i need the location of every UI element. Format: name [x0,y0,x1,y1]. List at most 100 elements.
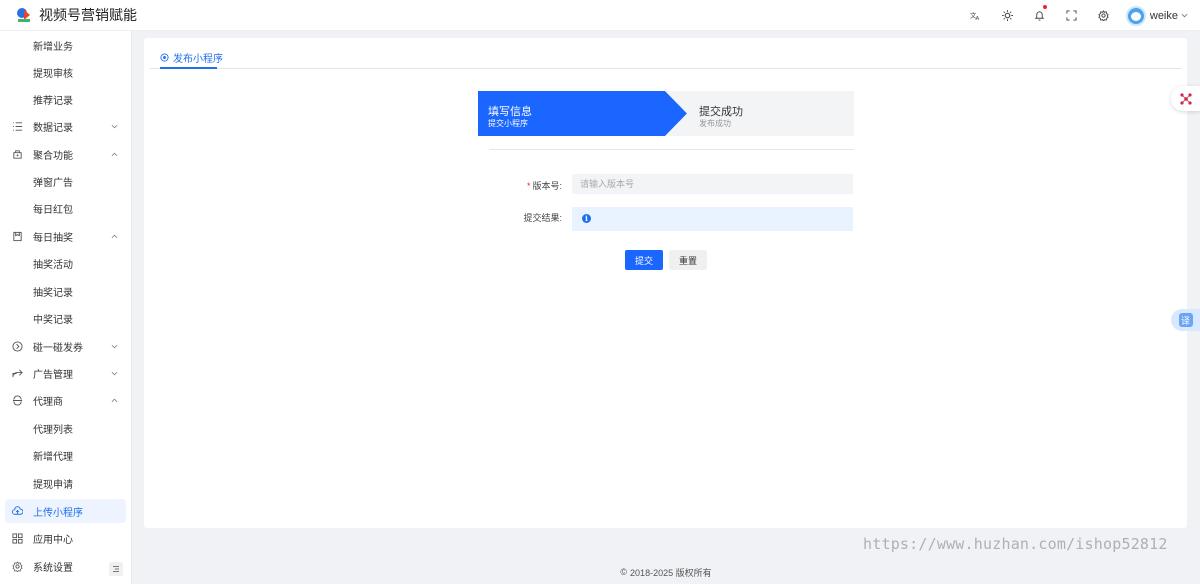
steps: 填写信息 提交小程序 提交成功 发布成功 [478,91,854,136]
sidebar-item-label: 推荐记录 [33,95,73,107]
tab-bar: 发布小程序 [150,38,1182,69]
chevron-up-icon [111,152,118,156]
sidebar-item-10[interactable]: 中奖记录 [5,306,126,330]
sidebar-item-label: 新增代理 [33,451,73,463]
tab-label: 发布小程序 [173,54,223,65]
sidebar-item-11[interactable]: 碰一碰发券 [5,334,126,358]
sidebar-item-label: 聚合功能 [33,150,73,162]
sidebar-item-17[interactable]: 上传小程序 [5,499,126,523]
sun-icon[interactable] [992,0,1024,31]
sidebar-item-label: 上传小程序 [33,507,83,519]
chevron-up-icon [111,234,118,238]
translate-label: 译 [1178,313,1193,327]
network-icon [1179,92,1192,105]
chevron-down-icon [111,371,118,375]
watermark: https://www.huzhan.com/ishop52812 [863,535,1168,553]
sidebar-item-label: 每日红包 [33,204,73,216]
step-submit-success [666,91,854,136]
coupon-icon [12,340,23,352]
sidebar-item-label: 碰一碰发券 [33,342,83,354]
step-1-subtitle: 提交小程序 [488,119,528,128]
version-label: * 版本号: [526,181,562,191]
active-tab-indicator [160,67,217,69]
sidebar-item-12[interactable]: 广告管理 [5,361,126,385]
sidebar-item-4[interactable]: 聚合功能 [5,142,126,166]
grid-icon [12,532,23,544]
sidebar-item-13[interactable]: 代理商 [5,388,126,412]
tab-publish-miniprogram[interactable]: 发布小程序 [160,50,223,65]
chevron-down-icon [1181,13,1188,18]
sidebar-item-label: 提现审核 [33,68,73,80]
sidebar-item-3[interactable]: 数据记录 [5,114,126,138]
collapse-sidebar-button[interactable] [109,562,123,576]
gear-icon[interactable] [1088,0,1120,31]
agent-icon [12,394,23,406]
sidebar-item-label: 抽奖记录 [33,287,73,299]
list-icon [12,121,23,131]
copyright-icon: © [620,567,628,577]
info-icon: i [582,214,591,223]
sidebar-item-label: 抽奖活动 [33,259,73,271]
sidebar-item-label: 数据记录 [33,122,73,134]
footer: © 2018-2025 版权所有 [132,560,1200,584]
sidebar-item-label: 新增业务 [33,41,73,53]
sidebar-item-1[interactable]: 提现审核 [5,60,126,84]
settings-icon [12,560,23,572]
chevron-down-icon [111,124,118,128]
version-input[interactable] [572,174,853,194]
sidebar-item-6[interactable]: 每日红包 [5,196,126,220]
menu-fold-icon [113,566,119,572]
sidebar-item-label: 代理商 [33,396,63,408]
sidebar-item-0[interactable]: 新增业务 [5,33,126,57]
submit-button[interactable]: 提交 [625,250,663,270]
sidebar-item-2[interactable]: 推荐记录 [5,87,126,111]
step-2-subtitle: 发布成功 [699,119,731,128]
sidebar-item-label: 中奖记录 [33,314,73,326]
step-1-title: 填写信息 [488,106,532,118]
chevron-down-icon [111,344,118,348]
sidebar-item-label: 应用中心 [33,534,73,546]
sidebar-item-14[interactable]: 代理列表 [5,416,126,440]
notification-dot [1042,5,1047,9]
user-menu[interactable]: weike [1125,5,1188,26]
translate-widget[interactable]: 译 [1171,309,1200,331]
sidebar-item-label: 广告管理 [33,369,73,381]
translate-icon[interactable]: 文A [960,0,992,31]
result-box: i [572,207,853,231]
sidebar-item-label: 弹窗广告 [33,177,73,189]
sidebar-item-label: 代理列表 [33,424,73,436]
top-header: 视频号营销赋能 文A weike [0,0,1200,31]
step-2-title: 提交成功 [699,106,743,118]
result-label: 提交结果: [523,213,562,223]
cloud-upload-icon [12,505,23,515]
ad-icon [12,369,23,377]
avatar [1125,5,1146,26]
sidebar-item-18[interactable]: 应用中心 [5,526,126,550]
sidebar-item-5[interactable]: 弹窗广告 [5,169,126,193]
sidebar-item-label: 系统设置 [33,562,73,574]
reset-button[interactable]: 重置 [669,250,707,270]
sidebar-item-7[interactable]: 每日抽奖 [5,224,126,248]
svg-text:A: A [976,16,980,21]
aggregate-icon [13,149,22,159]
app-title: 视频号营销赋能 [39,7,137,23]
lottery-icon [13,231,22,241]
sidebar-item-label: 提现申请 [33,479,73,491]
sidebar: 新增业务提现审核推荐记录数据记录聚合功能弹窗广告每日红包每日抽奖抽奖活动抽奖记录… [0,31,132,584]
chevron-up-icon [111,398,118,402]
sidebar-item-19[interactable]: 系统设置 [5,554,126,578]
sidebar-item-16[interactable]: 提现申请 [5,471,126,495]
main-content: 发布小程序 填写信息 提交小程序 提交成功 发布成功 *版本号: 提交结果: i… [144,38,1187,528]
sidebar-item-8[interactable]: 抽奖活动 [5,251,126,275]
bell-icon[interactable] [1024,0,1056,31]
sidebar-item-9[interactable]: 抽奖记录 [5,279,126,303]
publish-icon [160,53,169,62]
username: weike [1149,9,1178,22]
sidebar-item-15[interactable]: 新增代理 [5,443,126,467]
divider [489,149,854,150]
app-logo [15,6,33,24]
sidebar-item-label: 每日抽奖 [33,232,73,244]
fullscreen-icon[interactable] [1056,0,1088,31]
copyright-text: 2018-2025 版权所有 [630,567,712,578]
floating-tool-button[interactable] [1171,86,1200,111]
